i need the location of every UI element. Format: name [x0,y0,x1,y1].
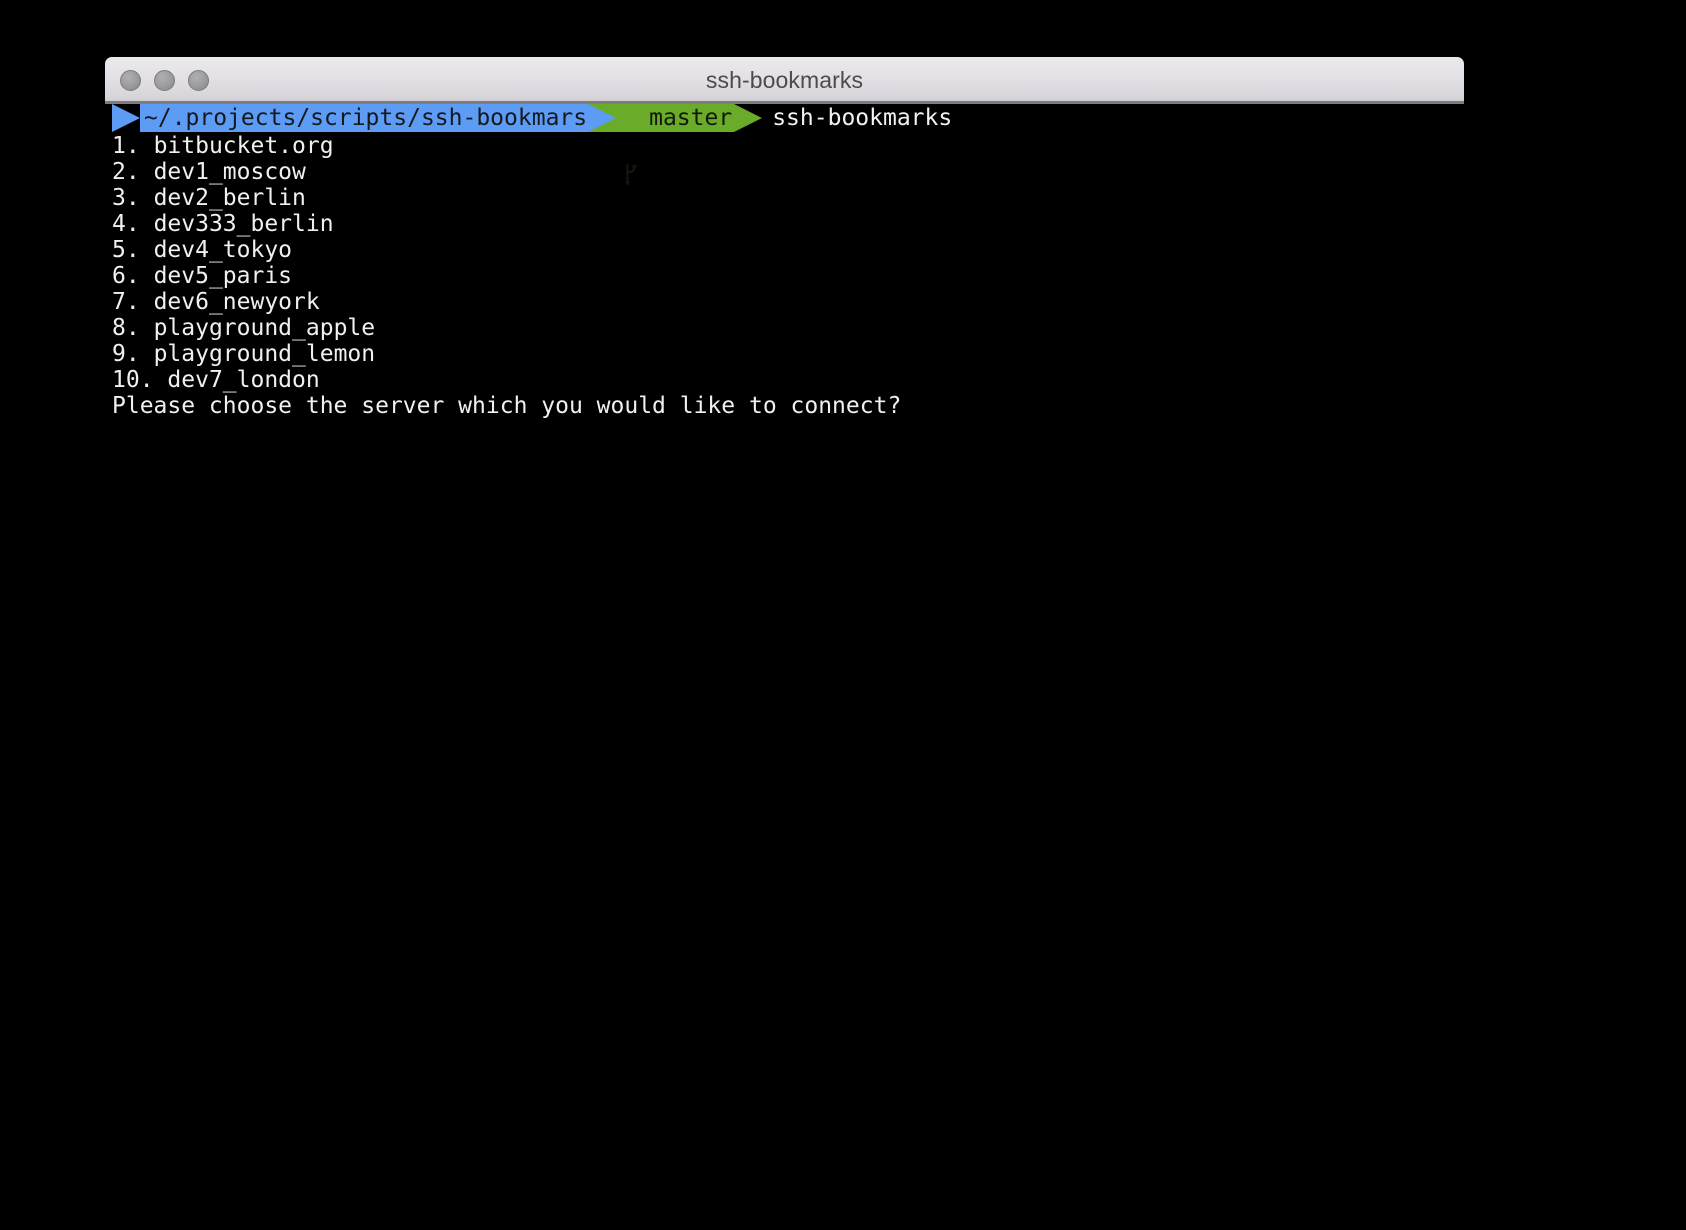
list-item[interactable]: 9. playground_lemon [112,341,901,367]
desktop-background: ssh-bookmarks ~/.projects/scripts/ssh-bo… [0,0,1686,1230]
list-item-index: 5. [112,237,140,263]
list-item[interactable]: 3. dev2_berlin [112,185,901,211]
terminal-content-area[interactable]: ~/.projects/scripts/ssh-bookmars master … [0,104,1686,1230]
list-item[interactable]: 10. dev7_london [112,367,901,393]
list-item-label: dev1_moscow [153,159,306,185]
git-branch-icon [622,107,639,185]
list-item[interactable]: 2. dev1_moscow [112,159,901,185]
prompt-branch-arrow-icon [734,104,763,132]
prompt-path-segment: ~/.projects/scripts/ssh-bookmars [140,104,589,132]
list-item-label: dev2_berlin [153,185,306,211]
list-item-index: 9. [112,341,140,367]
list-item[interactable]: 4. dev333_berlin [112,211,901,237]
list-item-label: playground_lemon [153,341,376,367]
shell-prompt-line: ~/.projects/scripts/ssh-bookmars master … [112,104,953,185]
prompt-question-text: Please choose the server which you would… [112,393,902,419]
window-titlebar[interactable]: ssh-bookmarks [105,57,1464,104]
list-item-label: dev4_tokyo [153,237,293,263]
list-item[interactable]: 8. playground_apple [112,315,901,341]
list-item-label: dev333_berlin [153,211,334,237]
list-item-label: dev7_london [167,367,320,393]
terminal-output: 1. bitbucket.org 2. dev1_moscow 3. dev2_… [112,133,901,419]
list-item[interactable]: 5. dev4_tokyo [112,237,901,263]
list-item-label: dev5_paris [153,263,293,289]
list-item-index: 6. [112,263,140,289]
list-item-label: dev6_newyork [153,289,320,315]
list-item-index: 4. [112,211,140,237]
list-item-index: 7. [112,289,140,315]
window-title: ssh-bookmarks [705,67,864,93]
list-item-index: 10. [112,367,154,393]
list-item-index: 1. [112,133,140,159]
prompt-branch-segment: master [616,104,735,185]
list-item[interactable]: 7. dev6_newyork [112,289,901,315]
list-item-index: 2. [112,159,140,185]
prompt-path-arrow-icon [588,104,617,132]
terminal-window: ssh-bookmarks ~/.projects/scripts/ssh-bo… [0,57,1686,1230]
prompt-command-text: ssh-bookmarks [762,104,953,132]
list-item-label: playground_apple [153,315,376,341]
prompt-left-cap-icon [112,104,140,132]
list-item-index: 3. [112,185,140,211]
list-item-label: bitbucket.org [153,133,334,159]
list-item[interactable]: 1. bitbucket.org [112,133,901,159]
list-item-index: 8. [112,315,140,341]
list-item[interactable]: 6. dev5_paris [112,263,901,289]
prompt-branch-name: master [649,105,733,131]
